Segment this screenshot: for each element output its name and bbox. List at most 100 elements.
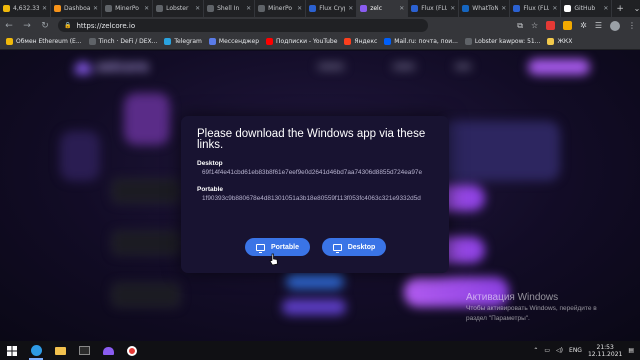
tab-title: 4,632.33 — [13, 5, 39, 12]
tab-favicon-icon — [564, 5, 572, 12]
start-button[interactable] — [0, 341, 24, 360]
browser-tab[interactable]: Shell In ✕ — [204, 0, 256, 17]
clock[interactable]: 21:53 12.11.2021 — [588, 344, 622, 358]
language-indicator[interactable]: ENG — [569, 347, 582, 354]
tab-favicon-icon — [105, 5, 113, 12]
bookmark-item[interactable]: Mail.ru: почта, пои... — [384, 38, 458, 45]
tab-title: WhatToN — [472, 5, 499, 12]
browser-tab[interactable]: MinerPo ✕ — [102, 0, 154, 17]
forward-button[interactable]: → — [22, 21, 32, 31]
tab-close-icon[interactable]: ✕ — [552, 5, 557, 12]
tab-close-icon[interactable]: ✕ — [42, 5, 47, 12]
mascot-shape — [124, 93, 170, 145]
page-viewport: zelcore Please download the Windows app … — [0, 51, 640, 341]
volume-icon[interactable]: ◁) — [556, 347, 563, 354]
desktop-label: Desktop — [197, 160, 223, 167]
star-icon[interactable]: ☆ — [531, 21, 538, 30]
url-text: https://zelcore.io — [76, 21, 136, 30]
windows-logo-icon — [7, 345, 17, 356]
tab-close-icon[interactable]: ✕ — [195, 5, 200, 12]
tab-close-icon[interactable]: ✕ — [450, 5, 455, 12]
extension-red-icon[interactable] — [546, 21, 556, 30]
bookmark-label: Подписки - YouTube — [276, 38, 338, 45]
bookmark-label: Обмен Ethereum (E... — [16, 38, 82, 45]
tab-favicon-icon — [411, 5, 419, 12]
tab-close-icon[interactable]: ✕ — [297, 5, 302, 12]
browser-tab[interactable]: MinerPo ✕ — [255, 0, 307, 17]
portable-icon — [255, 243, 265, 253]
bookmark-favicon-icon — [464, 38, 472, 45]
bookmark-label: Tinch · DeFi / DEX... — [98, 38, 158, 45]
portable-hash: 1f90393c9b880678e4d81301051a3b18e80559f1… — [202, 195, 421, 202]
tab-favicon-icon — [3, 5, 10, 12]
notifications-icon[interactable]: ▤ — [628, 347, 634, 354]
bookmark-item[interactable]: Подписки - YouTube — [266, 38, 337, 45]
bookmark-item[interactable]: ЖКХ — [547, 38, 572, 45]
bookmark-label: Telegram — [174, 38, 202, 45]
browser-tab[interactable]: WhatToN ✕ — [459, 0, 511, 17]
browser-tab[interactable]: Flux Cryp ✕ — [306, 0, 358, 17]
reading-list-icon[interactable]: ☰ — [595, 21, 602, 30]
bookmark-item[interactable]: Обмен Ethereum (E... — [6, 38, 82, 45]
browser-tab[interactable]: Flux (FLU ✕ — [510, 0, 562, 17]
record-taskbar-icon[interactable] — [120, 341, 144, 360]
desktop-hash: 69f14f4e41cbd61eb83b8f61e7eef9e0d2641d46… — [202, 169, 422, 176]
tab-title: GitHub — [574, 5, 596, 12]
tab-close-icon[interactable]: ✕ — [246, 5, 251, 12]
tab-close-icon[interactable]: ✕ — [501, 5, 506, 12]
bookmark-favicon-icon — [266, 38, 274, 45]
tab-close-icon[interactable]: ✕ — [93, 5, 98, 12]
bookmark-item[interactable]: Telegram — [164, 38, 202, 45]
system-tray: ⌃ ▭ ◁) ENG 21:53 12.11.2021 ▤ — [533, 344, 640, 358]
send-to-device-icon[interactable]: ⧉ — [517, 21, 523, 31]
tray-chevron-icon[interactable]: ⌃ — [533, 347, 538, 354]
desktop-button[interactable]: Desktop — [322, 238, 386, 256]
logo-text: zelcore — [96, 60, 149, 75]
tab-close-icon[interactable]: ✕ — [603, 5, 608, 12]
extension-wallet-icon[interactable] — [563, 21, 573, 30]
file-explorer-taskbar-icon[interactable] — [48, 341, 72, 360]
tab-close-icon[interactable]: ✕ — [144, 5, 149, 12]
bookmark-favicon-icon — [6, 38, 13, 45]
tab-title: Shell In — [217, 5, 240, 12]
reload-button[interactable]: ↻ — [40, 21, 50, 31]
tab-title: MinerPo — [268, 5, 293, 12]
address-bar[interactable]: 🔒 https://zelcore.io — [58, 19, 428, 32]
lock-icon: 🔒 — [64, 22, 72, 29]
browser-tab[interactable]: zelc ✕ — [357, 0, 409, 17]
bookmark-label: Яндекс — [354, 38, 378, 45]
bookmark-item[interactable]: Lobster kawpow: 51... — [464, 38, 540, 45]
clock-date: 12.11.2021 — [587, 350, 623, 358]
screen: 4,632.33 ✕ Dashboa ✕ MinerPo ✕ Lobster ✕ Shell I… — [0, 0, 640, 360]
back-button[interactable]: ← — [4, 21, 14, 31]
nav-item-placeholder — [318, 64, 344, 69]
tab-title: MinerPo — [115, 5, 139, 12]
browser-tab[interactable]: Dashboa ✕ — [51, 0, 103, 17]
activation-line2: раздел "Параметры". — [466, 315, 530, 322]
network-icon[interactable]: ▭ — [544, 347, 550, 354]
bookmark-item[interactable]: Яндекс — [344, 38, 377, 45]
edge-taskbar-icon[interactable] — [24, 341, 48, 360]
nav-cta-placeholder — [528, 59, 590, 75]
bookmark-item[interactable]: Мессенджер — [208, 38, 259, 45]
tab-close-icon[interactable]: ✕ — [399, 5, 404, 12]
profile-avatar[interactable] — [610, 20, 620, 31]
tab-search-icon[interactable]: ⌄ — [628, 0, 640, 17]
bookmarks-bar: Обмен Ethereum (E... Tinch · DeFi / DEX..… — [0, 34, 640, 50]
browser-tab[interactable]: Flux (FLU ✕ — [408, 0, 460, 17]
puzzle-icon[interactable]: ✲ — [580, 21, 587, 30]
tab-close-icon[interactable]: ✕ — [348, 5, 353, 12]
terminal-taskbar-icon[interactable] — [72, 341, 96, 360]
browser-tab[interactable]: Lobster ✕ — [153, 0, 205, 17]
decor-shape — [60, 131, 100, 181]
tab-favicon-icon — [207, 5, 215, 12]
bookmark-item[interactable]: Tinch · DeFi / DEX... — [88, 38, 158, 45]
bookmark-favicon-icon — [547, 38, 555, 45]
menu-icon[interactable]: ⋮ — [628, 21, 636, 30]
zelcore-taskbar-icon[interactable] — [96, 341, 120, 360]
browser-tab[interactable]: GitHub ✕ — [561, 0, 613, 17]
tab-title: Flux Cryp — [319, 5, 346, 12]
new-tab-button[interactable]: + — [612, 4, 628, 14]
browser-tab[interactable]: 4,632.33 ✕ — [0, 0, 52, 17]
bookmark-favicon-icon — [384, 38, 392, 45]
